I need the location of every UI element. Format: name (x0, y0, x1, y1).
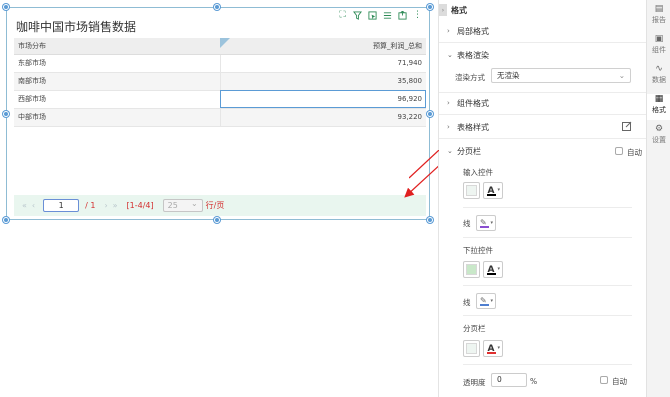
render-mode-label: 渲染方式 (455, 73, 485, 82)
divider (463, 237, 632, 238)
panel-tab[interactable]: › 格式 (439, 4, 467, 16)
chevron-down-icon: ⌄ (447, 147, 453, 155)
pager-fill-color-button[interactable] (463, 340, 480, 357)
section-label: 表格样式 (457, 122, 489, 132)
format-icon: ▦ (654, 94, 664, 104)
tab-format[interactable]: ▦ 格式 (647, 94, 670, 120)
render-mode-select[interactable]: 无渲染 ⌄ (491, 68, 631, 83)
component-icon: ▣ (654, 34, 664, 44)
tab-component[interactable]: ▣ 组件 (647, 34, 670, 60)
divider (463, 285, 632, 286)
chevron-down-icon: ⌄ (447, 51, 453, 59)
chevron-right-icon: › (447, 123, 450, 131)
divider (439, 138, 646, 139)
section-label: 组件格式 (457, 98, 489, 108)
tab-report[interactable]: ▤ 报告 (647, 4, 670, 30)
tab-label: 组件 (652, 46, 666, 54)
opacity-unit: % (530, 377, 538, 386)
section-label: 局部格式 (457, 26, 489, 36)
section-label: 表格渲染 (457, 50, 489, 60)
chevron-down-icon: ⌄ (618, 71, 625, 80)
section-local-format[interactable]: › 局部格式 (447, 24, 638, 38)
chevron-right-icon: › (447, 27, 450, 35)
line-label: 线 (463, 298, 471, 307)
divider (463, 207, 632, 208)
dropdown-control-label: 下拉控件 (463, 246, 493, 255)
render-mode-value: 无渲染 (497, 71, 520, 80)
section-label: 分页栏 (457, 146, 481, 156)
report-canvas[interactable]: 咖啡中国市场销售数据 ⛶ ⋮ 市场分布 预算_利润_总和 东部市场 71,940… (0, 0, 438, 397)
opacity-label: 透明度 (463, 378, 486, 387)
section-component-format[interactable]: › 组件格式 (447, 96, 638, 110)
side-tabs: ▤ 报告 ▣ 组件 ∿ 数据 ▦ 格式 ⚙ 设置 (646, 0, 670, 397)
dropdown-line-color-button[interactable]: ✎ ▾ (476, 293, 496, 309)
divider (439, 42, 646, 43)
panel-title: 格式 (451, 5, 467, 15)
dropdown-fill-color-button[interactable] (463, 261, 480, 278)
settings-icon: ⚙ (654, 124, 664, 134)
pager-font-color-button[interactable]: A ▾ (483, 340, 503, 357)
input-line-color-button[interactable]: ✎ ▾ (476, 215, 496, 231)
tab-label: 报告 (652, 16, 666, 24)
auto-checkbox[interactable] (615, 147, 623, 155)
color-swatch (466, 343, 477, 354)
arrow-tail (409, 150, 439, 179)
divider (463, 364, 632, 365)
divider (439, 92, 646, 93)
opacity-input[interactable]: 0 (491, 373, 527, 387)
section-table-render[interactable]: ⌄ 表格渲染 (447, 48, 638, 62)
format-panel: › 格式 › 局部格式 ⌄ 表格渲染 渲染方式 无渲染 ⌄ › 组件格式 › 表… (409, 0, 646, 397)
color-swatch (466, 185, 477, 196)
annotation-arrow (404, 165, 438, 198)
section-table-style[interactable]: › 表格样式 (447, 120, 638, 134)
auto-label: 自动 (627, 148, 642, 157)
collapse-arrow-icon[interactable]: › (439, 4, 447, 16)
tab-data[interactable]: ∿ 数据 (647, 64, 670, 90)
input-font-color-button[interactable]: A ▾ (483, 182, 503, 199)
tab-label: 数据 (652, 76, 666, 84)
dropdown-font-color-button[interactable]: A ▾ (483, 261, 503, 278)
pager-bar-sub-label: 分页栏 (463, 324, 486, 333)
auto-label-2: 自动 (612, 377, 627, 386)
input-fill-color-button[interactable] (463, 182, 480, 199)
tab-label: 格式 (652, 106, 666, 114)
chevron-right-icon: › (447, 99, 450, 107)
input-control-label: 输入控件 (463, 168, 493, 177)
color-swatch (466, 264, 477, 275)
report-icon: ▤ (654, 4, 664, 14)
auto-checkbox-2[interactable] (600, 376, 608, 384)
designer-root: 咖啡中国市场销售数据 ⛶ ⋮ 市场分布 预算_利润_总和 东部市场 71,940… (0, 0, 670, 397)
divider (439, 114, 646, 115)
data-icon: ∿ (655, 64, 663, 74)
tab-settings[interactable]: ⚙ 设置 (647, 124, 670, 150)
divider (463, 315, 632, 316)
line-label: 线 (463, 219, 471, 228)
tab-label: 设置 (652, 136, 666, 144)
section-pager-bar[interactable]: ⌄ 分页栏 (447, 144, 638, 158)
edit-icon[interactable] (622, 121, 632, 133)
